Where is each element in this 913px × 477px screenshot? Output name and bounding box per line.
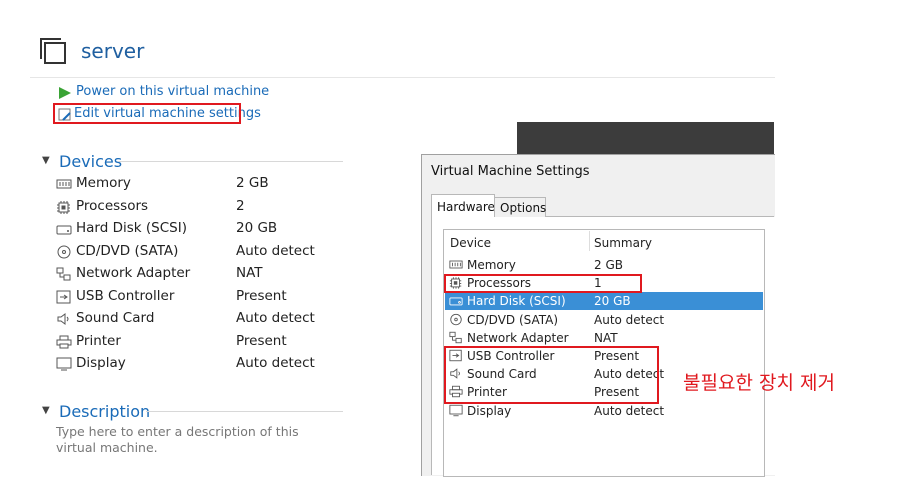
dialog-title: Virtual Machine Settings: [431, 164, 590, 179]
collapse-arrow-icon: ▼: [42, 155, 50, 166]
cd-dvd-icon: [57, 245, 71, 258]
processor-icon: [57, 200, 70, 214]
tab-hardware[interactable]: Hardware: [431, 194, 495, 218]
device-value: 20 GB: [236, 220, 278, 236]
description-header: Description: [59, 402, 151, 421]
description-field[interactable]: Type here to enter a description of this…: [56, 424, 336, 456]
cd-dvd-icon: [450, 313, 462, 325]
printer-icon: [56, 335, 72, 348]
memory-icon: [449, 260, 463, 269]
tab-options-label: Options: [500, 201, 547, 215]
device-name: Processors: [76, 197, 149, 214]
power-on-label: Power on this virtual machine: [76, 84, 270, 99]
background-window: [517, 122, 774, 156]
devices-divider: [118, 161, 343, 162]
device-value: Present: [236, 332, 287, 349]
page-title: server: [81, 39, 145, 63]
dialog-row-display[interactable]: Display Auto detect: [445, 402, 763, 420]
dialog-row-memory[interactable]: Memory 2 GB: [445, 256, 763, 274]
device-name: CD/DVD (SATA): [76, 242, 179, 259]
display-icon: [449, 404, 463, 416]
removable-devices-highlight-box: [444, 346, 659, 404]
tab-hardware-label: Hardware: [437, 200, 495, 214]
device-value: 2: [236, 197, 245, 214]
device-name: Printer: [76, 332, 121, 349]
hard-disk-icon: [449, 297, 463, 306]
device-name: Memory: [76, 175, 131, 191]
device-value: Auto detect: [236, 310, 315, 326]
devices-header: Devices: [59, 152, 123, 171]
device-name: Hard Disk (SCSI): [76, 220, 187, 236]
dialog-row-name: Network Adapter: [467, 330, 569, 345]
dialog-row-name: Memory: [467, 258, 516, 272]
display-icon: [56, 357, 72, 371]
dialog-row-cd-dvd-sata[interactable]: CD/DVD (SATA) Auto detect: [445, 311, 763, 329]
dialog-row-value: 2 GB: [594, 258, 623, 272]
dialog-row-name: Display: [467, 403, 512, 418]
dialog-row-hard-disk-scsi[interactable]: Hard Disk (SCSI) 20 GB: [445, 292, 763, 311]
vm-icon: [38, 35, 68, 65]
dialog-row-value: NAT: [594, 330, 618, 345]
device-name: Sound Card: [76, 310, 155, 326]
device-name: Display: [76, 355, 126, 371]
hard-disk-icon: [56, 225, 72, 235]
usb-icon: [56, 290, 71, 303]
dialog-row-name: Hard Disk (SCSI): [467, 294, 566, 309]
annotation-text: 불필요한 장치 제거: [683, 372, 835, 394]
dialog-row-value: Auto detect: [594, 312, 665, 327]
dialog-row-name: CD/DVD (SATA): [467, 312, 559, 327]
column-summary[interactable]: Summary: [594, 236, 652, 250]
device-value: Auto detect: [236, 242, 315, 259]
play-icon: [59, 87, 71, 99]
edit-settings-highlight-box: [53, 103, 241, 124]
description-divider: [146, 411, 343, 412]
device-value: NAT: [236, 265, 263, 281]
memory-icon: [56, 179, 72, 189]
header-divider: [30, 77, 775, 78]
column-separator: [589, 231, 590, 251]
device-value: 2 GB: [236, 175, 269, 191]
tab-options[interactable]: Options: [494, 197, 546, 217]
device-name: Network Adapter: [76, 265, 191, 281]
device-value: Present: [236, 287, 287, 304]
collapse-arrow-icon: ▼: [42, 405, 50, 416]
device-value: Auto detect: [236, 355, 315, 371]
dialog-row-value: Auto detect: [594, 403, 665, 418]
device-name: USB Controller: [76, 287, 175, 304]
processors-highlight-box: [444, 274, 642, 293]
column-device[interactable]: Device: [450, 236, 491, 250]
sound-card-icon: [57, 313, 69, 325]
dialog-row-value: 20 GB: [594, 294, 631, 309]
network-adapter-icon: [449, 331, 462, 343]
dialog-row-network-adapter[interactable]: Network Adapter NAT: [445, 329, 763, 347]
network-adapter-icon: [56, 267, 71, 281]
